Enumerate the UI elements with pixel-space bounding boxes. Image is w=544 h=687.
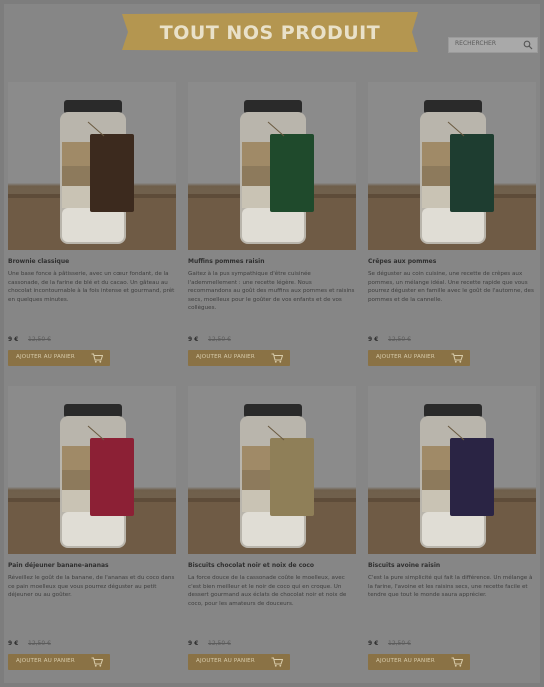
add-to-cart-label: AJOUTER AU PANIER (196, 658, 255, 664)
product-image[interactable] (188, 386, 356, 554)
product-price: 9 € (8, 640, 19, 647)
search-label: RECHERCHER (455, 40, 496, 47)
product-name[interactable]: Crêpes aux pommes (368, 258, 536, 265)
product-description: Réveillez le goût de la banane, de l'ana… (8, 575, 175, 598)
add-to-cart-label: AJOUTER AU PANIER (376, 658, 435, 664)
product-price: 9 € (368, 640, 379, 647)
product-image[interactable] (368, 82, 536, 250)
search-box[interactable]: RECHERCHER (448, 37, 538, 53)
product-image[interactable] (368, 386, 536, 554)
product-image[interactable] (188, 82, 356, 250)
search-icon[interactable] (523, 40, 533, 50)
cart-icon (451, 353, 463, 363)
cart-icon (91, 353, 103, 363)
add-to-cart-label: AJOUTER AU PANIER (16, 658, 75, 664)
cart-icon (271, 657, 283, 667)
add-to-cart-button[interactable]: AJOUTER AU PANIER (8, 350, 110, 366)
product-price: 9 € (188, 336, 199, 343)
add-to-cart-button[interactable]: AJOUTER AU PANIER (188, 654, 290, 670)
add-to-cart-button[interactable]: AJOUTER AU PANIER (188, 350, 290, 366)
cart-icon (91, 657, 103, 667)
cart-icon (271, 353, 283, 363)
add-to-cart-button[interactable]: AJOUTER AU PANIER (368, 654, 470, 670)
product-price: 9 € (188, 640, 199, 647)
add-to-cart-label: AJOUTER AU PANIER (16, 354, 75, 360)
product-description: Gaitez à la pus sympathique d'être cuisi… (188, 271, 355, 311)
add-to-cart-label: AJOUTER AU PANIER (196, 354, 255, 360)
add-to-cart-label: AJOUTER AU PANIER (376, 354, 435, 360)
product-name[interactable]: Biscuits avoine raisin (368, 562, 536, 569)
product-image[interactable] (8, 386, 176, 554)
product-old-price: 12,50 € (388, 336, 411, 343)
product-old-price: 12,50 € (28, 336, 51, 343)
product-description: Une base fonce à pâtisserie, avec un cœu… (8, 271, 175, 303)
add-to-cart-button[interactable]: AJOUTER AU PANIER (8, 654, 110, 670)
product-old-price: 12,50 € (388, 640, 411, 647)
product-name[interactable]: Muffins pommes raisin (188, 258, 356, 265)
product-price: 9 € (368, 336, 379, 343)
product-old-price: 12,50 € (208, 336, 231, 343)
product-description: Se déguster au coin cuisine, une recette… (368, 271, 534, 303)
product-name[interactable]: Brownie classique (8, 258, 176, 265)
add-to-cart-button[interactable]: AJOUTER AU PANIER (368, 350, 470, 366)
header-banner: TOUT NOS PRODUIT (122, 12, 418, 52)
product-description: C'est la pure simplicité qui fait la dif… (368, 575, 533, 598)
product-price: 9 € (8, 336, 19, 343)
page-title: TOUT NOS PRODUIT (159, 22, 381, 44)
product-name[interactable]: Pain déjeuner banane-ananas (8, 562, 176, 569)
product-name[interactable]: Biscuits chocolat noir et noix de coco (188, 562, 356, 569)
product-old-price: 12,50 € (208, 640, 231, 647)
product-image[interactable] (8, 82, 176, 250)
product-old-price: 12,50 € (28, 640, 51, 647)
cart-icon (451, 657, 463, 667)
product-description: La force douce de la cassonade coûte le … (188, 575, 347, 607)
